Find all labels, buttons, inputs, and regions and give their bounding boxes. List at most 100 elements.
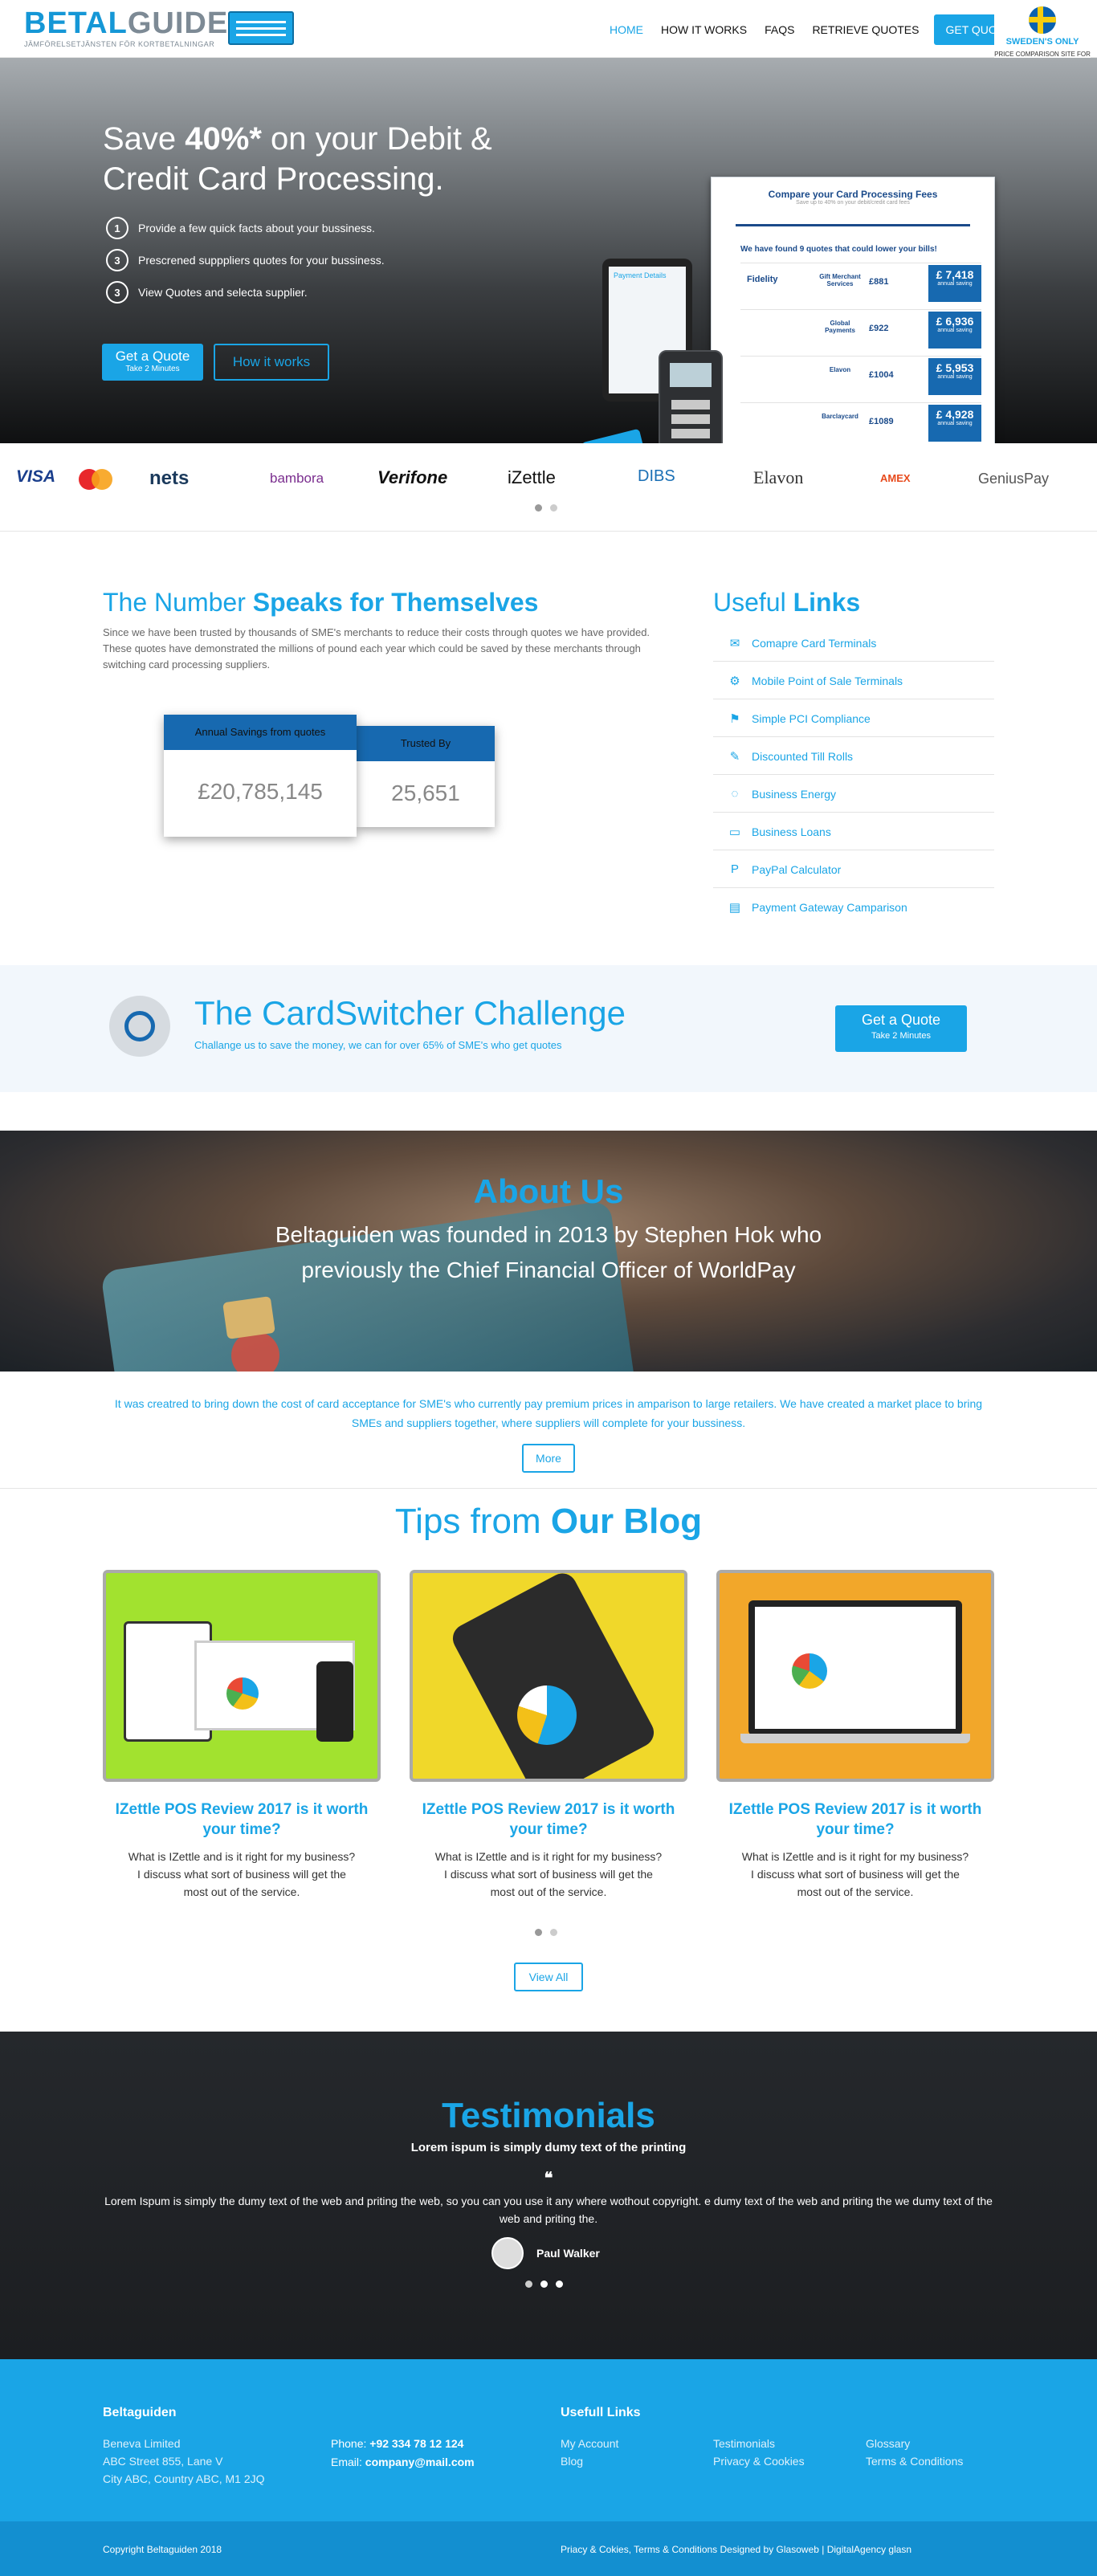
about-text: It was creatred to bring down the cost o… (114, 1397, 983, 1429)
site-logo[interactable]: BETALGUIDEN JÄMFÖRELSETJÄNSTEN FÖR KORTB… (24, 8, 294, 48)
footer-link-terms[interactable]: Terms & Conditions (866, 2452, 963, 2470)
hero-title: Save 40%* on your Debit & Credit Card Pr… (103, 121, 492, 197)
main-nav: HOME HOW IT WORKS FAQS RETRIEVE QUOTES G… (601, 14, 1031, 45)
useful-link-item[interactable]: ⚑ Simple PCI Compliance (713, 700, 994, 737)
annual-savings-stat: Annual Savings from quotes £20,785,145 (164, 715, 357, 837)
trusted-by-stat: Trusted By 25,651 (357, 726, 495, 827)
hero-step: 3 Prescrened supppliers quotes for your b… (106, 249, 385, 271)
blog-post-title[interactable]: IZettle POS Review 2017 is it worth your… (410, 1800, 687, 1840)
blog-pager[interactable] (535, 1929, 557, 1936)
quote-row: Barclaycard £1089 £ 4,928 annual saving (740, 402, 981, 442)
testimonials-pager[interactable] (525, 2280, 563, 2288)
avatar (491, 2237, 524, 2269)
chat-icon: ◌ (731, 787, 739, 801)
gear-icon: ⚙ (729, 674, 740, 688)
nav-faqs[interactable]: FAQS (756, 14, 803, 45)
footer-links-title: Usefull Links (561, 2406, 641, 2419)
challenge-banner: The CardSwitcher Challenge Challange us … (0, 965, 1097, 1092)
cardswitcher-logo-icon (109, 996, 170, 1057)
testimonials-subtitle: Lorem ispum is simply dumy text of the p… (410, 2141, 687, 2154)
hero-step: 1 Provide a few quick facts about your bu… (106, 217, 375, 239)
blog-post-card[interactable]: IZettle POS Review 2017 is it worth your… (410, 1570, 687, 1901)
blog-post-title[interactable]: IZettle POS Review 2017 is it worth your… (716, 1800, 994, 1840)
useful-link-item[interactable]: P PayPal Calculator (713, 851, 994, 888)
useful-link-item[interactable]: ✎ Discounted Till Rolls (713, 738, 994, 775)
partner-logos: VISA nets bambora Verifone iZettle DIBS … (0, 443, 1097, 532)
footer-email[interactable]: Email: company@mail.com (331, 2456, 475, 2468)
envelope-icon: ✉ (729, 636, 740, 650)
about-lead: Beltaguiden was founded in 2013 by Steph… (275, 1222, 822, 1282)
quote-comparison-mockup: Compare your Card Processing Fees Save u… (711, 177, 995, 456)
testimonial-author: Paul Walker (536, 2247, 600, 2260)
hero-how-it-works-button[interactable]: How it works (214, 344, 329, 381)
footer-link-testimonials[interactable]: Testimonials (713, 2435, 805, 2452)
footer-brand: Beltaguiden (103, 2406, 177, 2419)
blog-post-image[interactable] (103, 1570, 381, 1782)
paypal-icon: P (730, 862, 739, 876)
copyright-text: Copyright Beltaguiden 2018 (103, 2544, 222, 2555)
logo-amex: AMEX (880, 472, 911, 484)
numbers-text: Since we have been trusted by thousands … (103, 626, 650, 670)
useful-link-item[interactable]: ▭ Business Loans (713, 813, 994, 850)
logo-geniuspay: GeniusPay (978, 471, 1050, 487)
sweden-flag-icon (1029, 6, 1056, 34)
logo-nets: nets (149, 467, 190, 489)
blog-post-card[interactable]: IZettle POS Review 2017 is it worth your… (716, 1570, 994, 1901)
hero-get-quote-button[interactable]: Get a Quote Take 2 Minutes (102, 344, 203, 381)
blog-post-excerpt: What is IZettle and is it right for my b… (128, 1850, 356, 1898)
useful-link-item[interactable]: ◌ Business Energy (713, 776, 994, 813)
pencil-icon: ✎ (729, 749, 740, 764)
site-header: BETALGUIDEN JÄMFÖRELSETJÄNSTEN FÖR KORTB… (0, 0, 1097, 58)
footer-link-privacy[interactable]: Privacy & Cookies (713, 2452, 805, 2470)
testimonials-title: Testimonials (442, 2096, 655, 2135)
numbers-title: The Number Speaks for Themselves (103, 588, 539, 617)
nav-home[interactable]: HOME (601, 14, 652, 45)
challenge-title: The CardSwitcher Challenge (194, 994, 626, 1032)
challenge-text: Challange us to save the money, we can f… (194, 1039, 562, 1051)
footer-address: Beneva Limited ABC Street 855, Lane V City… (103, 2437, 265, 2485)
testimonial-text: Lorem Ispum is simply the dumy text of t… (104, 2195, 993, 2225)
blog-title: Tips from Our Blog (394, 1502, 703, 1541)
testimonials-section: Testimonials Lorem ispum is simply dumy … (0, 2032, 1097, 2359)
footer-link-glossary[interactable]: Glossary (866, 2435, 963, 2452)
blog-post-excerpt: What is IZettle and is it right for my b… (434, 1850, 663, 1898)
footer-link-blog[interactable]: Blog (561, 2452, 618, 2470)
footer-credits[interactable]: Priacy & Cokies, Terms & Conditions Desi… (561, 2544, 911, 2555)
logo-izettle: iZettle (508, 467, 556, 487)
blog-post-excerpt: What is IZettle and is it right for my b… (741, 1850, 969, 1898)
footer-link-my-account[interactable]: My Account (561, 2435, 618, 2452)
hero-step: 3 View Quotes and selecta supplier. (106, 281, 308, 304)
site-footer: Beltaguiden Beneva Limited ABC Street 855… (0, 2359, 1097, 2521)
nav-how-it-works[interactable]: HOW IT WORKS (652, 14, 756, 45)
useful-link-item[interactable]: ✉ Comapre Card Terminals (713, 625, 994, 662)
battery-icon: ▭ (728, 825, 741, 839)
logo-bambora: bambora (270, 471, 324, 486)
book-icon: ▤ (728, 901, 741, 915)
blog-post-image[interactable] (716, 1570, 994, 1782)
quote-row: Global Payments £922 £ 6,936 annual saving (740, 309, 981, 349)
footer-phone: Phone: +92 334 78 12 124 (331, 2437, 464, 2450)
hero-section: Save 40%* on your Debit & Credit Card Pr… (0, 58, 1097, 488)
quote-row: Fidelity Gift Merchant Services £881 £ 7,4… (740, 263, 981, 303)
blog-post-title[interactable]: IZettle POS Review 2017 is it worth your… (103, 1800, 381, 1840)
blog-post-card[interactable]: IZettle POS Review 2017 is it worth your… (103, 1570, 381, 1901)
useful-links-title: Useful Links (713, 588, 861, 617)
challenge-get-quote-button[interactable]: Get a Quote Take 2 Minutes (835, 1005, 967, 1052)
logo-elavon: Elavon (753, 467, 804, 487)
logos-pager[interactable] (535, 504, 557, 512)
about-title: About Us (473, 1172, 624, 1210)
copyright-bar: Copyright Beltaguiden 2018 Priacy & Coki… (0, 2521, 1097, 2576)
about-section: About Us Beltaguiden was founded in 2013… (0, 1131, 1097, 1372)
useful-link-item[interactable]: ⚙ Mobile Point of Sale Terminals (713, 662, 994, 699)
nav-retrieve-quotes[interactable]: RETRIEVE QUOTES (803, 14, 928, 45)
blog-post-image[interactable] (410, 1570, 687, 1782)
about-more-button[interactable]: More (522, 1444, 575, 1473)
logo-verifone: Verifone (377, 467, 448, 487)
flag-icon: ⚑ (729, 711, 740, 726)
quote-icon: ❝ (544, 2170, 553, 2187)
card-icon (228, 11, 294, 45)
logo-visa: VISA (16, 467, 56, 486)
logo-dibs: DIBS (638, 467, 675, 485)
useful-link-item[interactable]: ▤ Payment Gateway Camparison (713, 889, 994, 926)
view-all-button[interactable]: View All (514, 1963, 583, 1991)
